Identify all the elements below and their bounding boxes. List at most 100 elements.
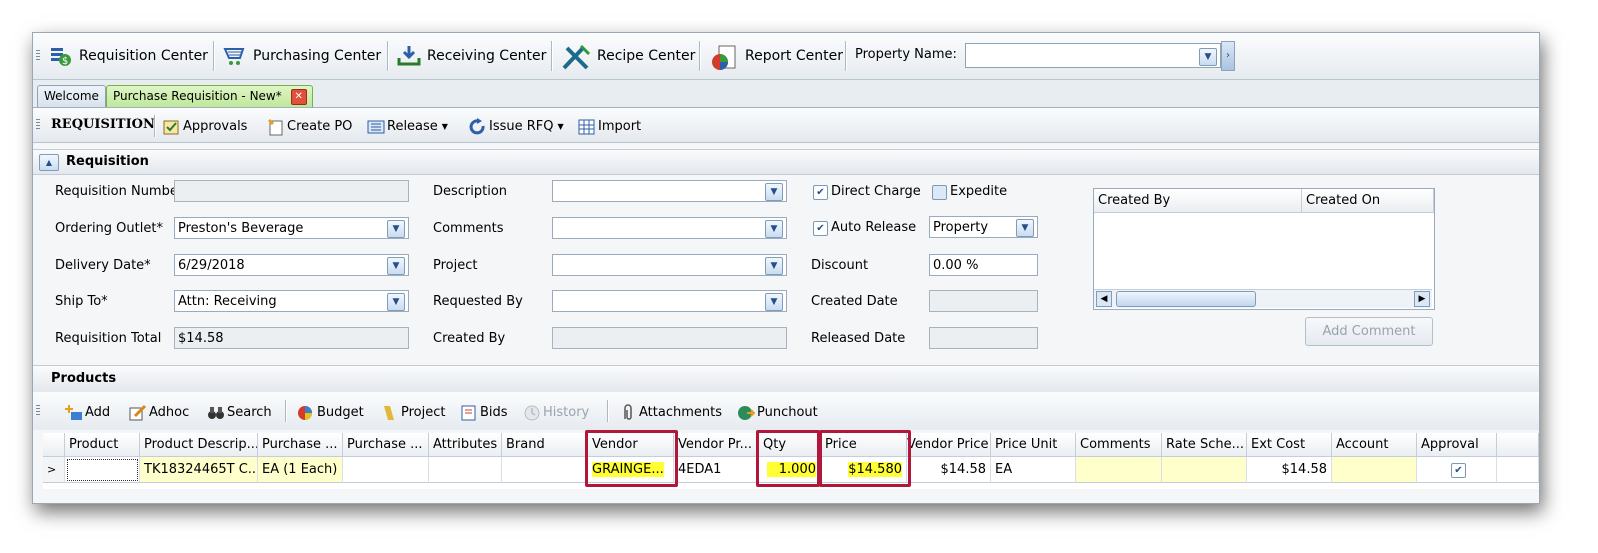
created-date-label: Created Date: [811, 294, 898, 309]
ship-to-select[interactable]: Attn: Receiving ▼: [174, 290, 409, 312]
add-product-button[interactable]: Add: [65, 402, 110, 422]
brand-column-header[interactable]: Brand: [502, 433, 588, 457]
row-selector-icon[interactable]: >: [43, 457, 65, 483]
rate-schedule-column-header[interactable]: Rate Sche...: [1162, 433, 1247, 457]
chevron-down-icon[interactable]: ▼: [765, 183, 783, 201]
comments-column-header[interactable]: Comments: [1076, 433, 1162, 457]
chevron-down-icon[interactable]: ▼: [765, 220, 783, 238]
release-list-icon: [367, 118, 385, 134]
purchase-unit-cell[interactable]: EA (1 Each): [258, 457, 343, 483]
price-unit-column-header[interactable]: Price Unit: [991, 433, 1076, 457]
comments-cell[interactable]: [1076, 457, 1162, 483]
dropdown-arrow-icon: ▼: [557, 121, 564, 131]
history-button[interactable]: History: [523, 402, 589, 422]
attributes-column-header[interactable]: Attributes: [429, 433, 502, 457]
ext-cost-cell[interactable]: $14.58: [1247, 457, 1332, 483]
product-column-header[interactable]: Product: [65, 433, 140, 457]
product-description-column-header[interactable]: Product Descrip...: [140, 433, 258, 457]
receiving-tray-icon: [397, 44, 421, 68]
project-folder-icon: [381, 404, 397, 420]
scroll-left-icon[interactable]: ◀: [1096, 291, 1112, 307]
search-button[interactable]: Search: [207, 402, 272, 422]
product-description-cell[interactable]: TK18324465T C...: [140, 457, 258, 483]
recipe-center-button[interactable]: Recipe Center: [561, 41, 695, 71]
vendor-price-column-header[interactable]: Vendor Price: [907, 433, 991, 457]
issue-rfq-dropdown-button[interactable]: Issue RFQ ▼: [469, 116, 564, 136]
budget-button[interactable]: Budget: [297, 402, 364, 422]
punchout-globe-icon: [737, 404, 756, 420]
price-unit-cell[interactable]: EA: [991, 457, 1076, 483]
project-select[interactable]: ▼: [552, 254, 787, 276]
requisition-center-button[interactable]: $ Requisition Center: [49, 41, 208, 71]
collapse-chevron-icon[interactable]: ▲: [39, 154, 59, 171]
rate-schedule-cell[interactable]: [1162, 457, 1247, 483]
approval-cell[interactable]: ✔: [1417, 457, 1497, 483]
vendor-product-cell[interactable]: 4EDA1: [674, 457, 759, 483]
chevron-down-icon[interactable]: ▼: [387, 257, 405, 275]
purchasing-center-button[interactable]: Purchasing Center: [223, 41, 381, 71]
approval-checkbox[interactable]: ✔: [1451, 463, 1466, 478]
purchase-column-header[interactable]: Purchase ...: [343, 433, 429, 457]
account-cell[interactable]: [1332, 457, 1417, 483]
toolbar-grip[interactable]: [36, 405, 40, 417]
created-by-column-header[interactable]: Created By: [1094, 189, 1302, 213]
tab-purchase-requisition[interactable]: Purchase Requisition - New* ✕: [106, 85, 313, 107]
purchase-unit-column-header[interactable]: Purchase ...: [258, 433, 343, 457]
vendor-price-cell[interactable]: $14.58: [907, 457, 991, 483]
scrollbar-thumb[interactable]: [1116, 291, 1256, 307]
import-grid-icon: [578, 118, 595, 135]
toolbar-grip[interactable]: [36, 50, 40, 62]
ext-cost-column-header[interactable]: Ext Cost: [1247, 433, 1332, 457]
receiving-center-button[interactable]: Receiving Center: [397, 41, 546, 71]
property-name-select[interactable]: ▼: [965, 43, 1221, 68]
punchout-button[interactable]: Punchout: [737, 402, 818, 422]
bids-button[interactable]: Bids: [460, 402, 508, 422]
purchase-cell[interactable]: [343, 457, 429, 483]
auto-release-label: Auto Release: [831, 220, 917, 235]
toolbar-overflow-chevron-icon[interactable]: ›: [1221, 41, 1235, 71]
project-button[interactable]: Project: [381, 402, 445, 422]
product-cell[interactable]: [65, 457, 140, 483]
adhoc-label: Adhoc: [149, 404, 190, 420]
chevron-down-icon[interactable]: ▼: [765, 293, 783, 311]
auto-release-checkbox[interactable]: ✔: [813, 221, 828, 236]
approvals-button[interactable]: Approvals: [163, 116, 247, 136]
report-center-button[interactable]: Report Center: [709, 41, 843, 71]
description-select[interactable]: ▼: [552, 180, 787, 202]
comments-select[interactable]: ▼: [552, 217, 787, 239]
description-label: Description: [433, 184, 508, 199]
create-po-button[interactable]: Create PO: [267, 116, 352, 136]
vendor-product-column-header[interactable]: Vendor Pr...: [674, 433, 759, 457]
expedite-checkbox[interactable]: [932, 185, 947, 200]
discount-field[interactable]: 0.00 %: [929, 254, 1038, 276]
direct-charge-checkbox[interactable]: ✔: [813, 185, 828, 200]
brand-cell[interactable]: [502, 457, 588, 483]
close-tab-icon[interactable]: ✕: [290, 89, 307, 105]
chevron-down-icon[interactable]: ▼: [1199, 47, 1217, 66]
auto-release-select[interactable]: Property ▼: [929, 216, 1038, 238]
chevron-down-icon[interactable]: ▼: [387, 293, 405, 311]
horizontal-scrollbar[interactable]: ◀ ▶: [1094, 289, 1432, 308]
release-dropdown-button[interactable]: Release ▼: [367, 116, 448, 136]
attachments-button[interactable]: Attachments: [619, 402, 722, 422]
attributes-cell[interactable]: [429, 457, 502, 483]
chevron-down-icon[interactable]: ▼: [1016, 219, 1034, 237]
chevron-down-icon[interactable]: ▼: [765, 257, 783, 275]
import-button[interactable]: Import: [578, 116, 641, 136]
requested-by-select[interactable]: ▼: [552, 290, 787, 312]
adhoc-button[interactable]: Adhoc: [129, 402, 189, 422]
toolbar-grip[interactable]: [36, 119, 40, 131]
chevron-down-icon[interactable]: ▼: [387, 220, 405, 238]
approval-column-header[interactable]: Approval: [1417, 433, 1497, 457]
delivery-date-picker[interactable]: 6/29/2018 ▼: [174, 254, 409, 276]
ordering-outlet-select[interactable]: Preston's Beverage ▼: [174, 217, 409, 239]
scroll-right-icon[interactable]: ▶: [1414, 291, 1430, 307]
account-column-header[interactable]: Account: [1332, 433, 1417, 457]
created-on-column-header[interactable]: Created On: [1302, 189, 1434, 213]
shopping-cart-icon: [223, 44, 247, 68]
tab-welcome[interactable]: Welcome: [37, 85, 106, 107]
add-comment-button[interactable]: Add Comment: [1305, 317, 1433, 346]
document-tabs: Welcome Purchase Requisition - New* ✕: [33, 80, 1539, 108]
requisition-number-field[interactable]: [174, 180, 409, 202]
project-label: Project: [433, 258, 478, 273]
